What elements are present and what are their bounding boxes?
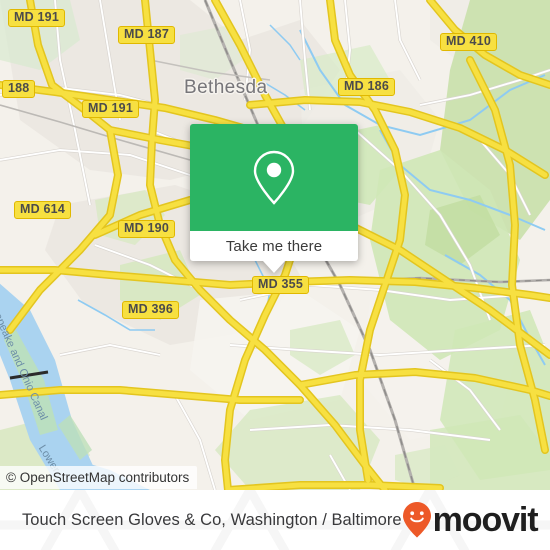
popup-photo-placeholder xyxy=(190,124,358,231)
road-shield: MD 187 xyxy=(118,26,175,44)
moovit-wordmark: moovit xyxy=(432,501,539,539)
road-shield: MD 410 xyxy=(440,33,497,51)
popup-action-bar[interactable]: Take me there xyxy=(190,231,358,273)
moovit-brand[interactable]: moovit xyxy=(402,501,544,539)
map-attribution[interactable]: © OpenStreetMap contributors xyxy=(0,466,198,489)
moovit-location-card: Bethesda Chesapeake and Ohio Canal Lower… xyxy=(0,0,550,550)
map-canvas[interactable]: Bethesda Chesapeake and Ohio Canal Lower… xyxy=(0,0,550,490)
moovit-smiling-pin-icon xyxy=(402,502,431,538)
road-shield: MD 191 xyxy=(82,100,139,118)
road-shield: MD 396 xyxy=(122,301,179,319)
page-title: Touch Screen Gloves & Co, Washington / B… xyxy=(22,510,402,529)
road-shield: MD 614 xyxy=(14,201,71,219)
location-popup-card[interactable]: Take me there xyxy=(190,124,358,273)
take-me-there-label: Take me there xyxy=(225,237,323,255)
road-shield: MD 190 xyxy=(118,220,175,238)
popup-pointer-tail xyxy=(263,261,285,273)
road-shield: 188 xyxy=(2,80,36,98)
map-pin-icon xyxy=(253,150,295,205)
road-shield: MD 191 xyxy=(8,9,65,27)
road-shield: MD 186 xyxy=(338,78,395,96)
footer-bar: Touch Screen Gloves & Co, Washington / B… xyxy=(0,490,550,550)
road-shield: MD 355 xyxy=(252,276,309,294)
